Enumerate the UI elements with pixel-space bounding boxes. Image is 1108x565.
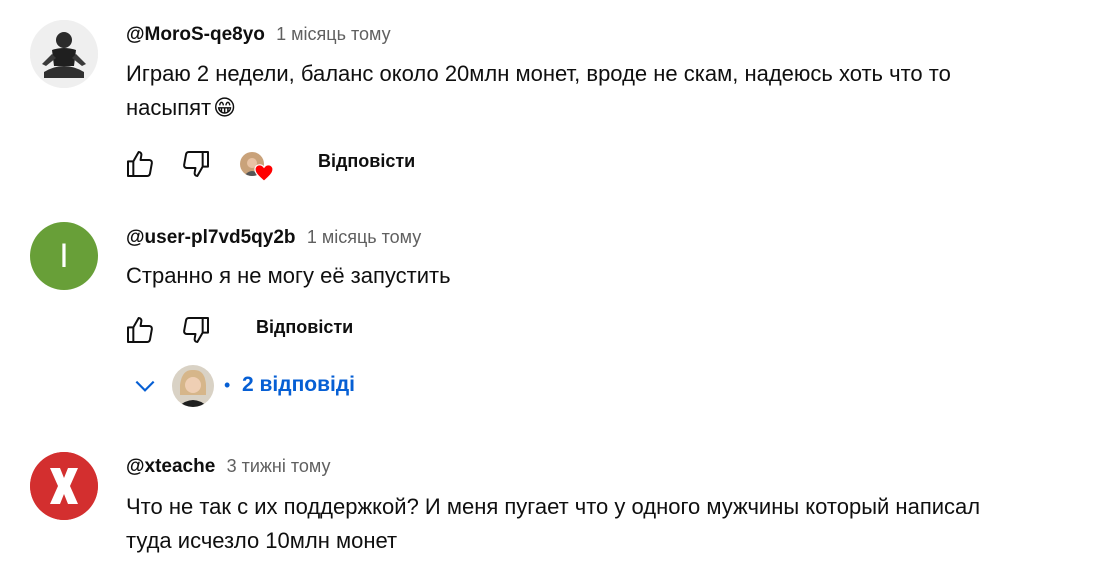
creator-heart-icon: [254, 164, 274, 182]
comment-actions: Відповісти: [120, 310, 420, 350]
replies-separator-dot: •: [224, 375, 231, 395]
avatar[interactable]: [30, 452, 98, 520]
dislike-button[interactable]: [176, 310, 216, 350]
dislike-icon: [183, 151, 209, 177]
comment-text-line: Играю 2 недели, баланс около 20млн монет…: [126, 61, 951, 86]
reply-author-avatar-image: [172, 365, 214, 407]
comment-text: Играю 2 недели, баланс около 20млн монет…: [126, 57, 1096, 125]
view-replies-button[interactable]: • 2 відповіді: [126, 365, 386, 409]
comment-timestamp[interactable]: 3 тижні тому: [227, 456, 331, 476]
reply-author-avatar: [172, 365, 214, 407]
comment-text: Что не так с их поддержкой? И меня пугае…: [126, 490, 1096, 558]
dislike-icon: [183, 317, 209, 343]
avatar-letter: I: [59, 236, 69, 275]
comment-timestamp[interactable]: 1 місяць тому: [276, 24, 390, 44]
creator-heart: [240, 152, 280, 184]
like-icon: [127, 317, 153, 343]
avatar[interactable]: I: [30, 222, 98, 290]
comment-text-line: туда исчезло 10млн монет: [126, 528, 398, 553]
comment-author[interactable]: @xteache: [126, 456, 215, 477]
x-logo-icon: [30, 452, 98, 520]
comment-author[interactable]: @user-pl7vd5qy2b: [126, 227, 296, 248]
chevron-down-icon: [135, 380, 155, 392]
comment-actions: Відповісти: [120, 144, 440, 184]
comment-timestamp[interactable]: 1 місяць тому: [307, 227, 421, 247]
comment-text-segment: насыпят: [126, 95, 212, 120]
avatar-meditating-person-image: [30, 20, 98, 88]
reply-button[interactable]: Відповісти: [318, 151, 415, 172]
like-icon: [127, 151, 153, 177]
comment-text-line: насыпят😁: [126, 91, 1096, 125]
like-button[interactable]: [120, 144, 160, 184]
like-button[interactable]: [120, 310, 160, 350]
comment-text: Странно я не могу её запустить: [126, 263, 451, 288]
avatar[interactable]: [30, 20, 98, 88]
dislike-button[interactable]: [176, 144, 216, 184]
comment-text-line: Что не так с их поддержкой? И меня пугае…: [126, 494, 981, 519]
comment-author[interactable]: @MoroS-qe8yo: [126, 24, 265, 45]
replies-count[interactable]: 2 відповіді: [242, 373, 355, 397]
grin-emoji: 😁: [213, 95, 237, 120]
reply-button[interactable]: Відповісти: [256, 317, 353, 338]
